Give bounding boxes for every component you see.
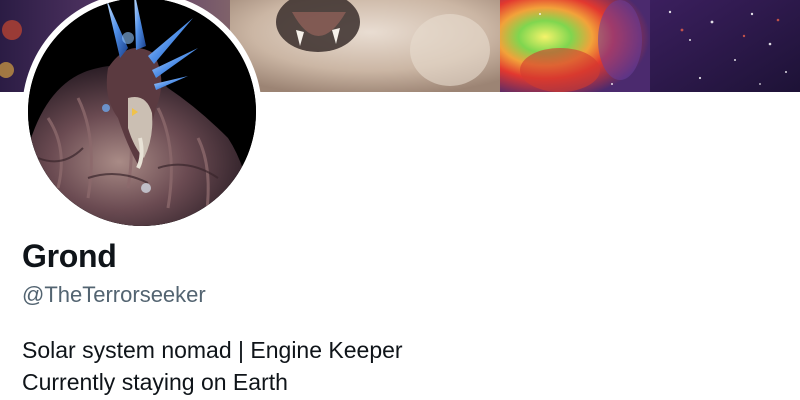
avatar-image-art xyxy=(28,0,256,226)
profile-handle: @TheTerrorseeker xyxy=(22,282,206,307)
profile-display-name: Grond xyxy=(22,238,117,274)
profile-bio-line: Solar system nomad | Engine Keeper xyxy=(22,337,403,363)
profile-avatar[interactable] xyxy=(22,0,262,232)
profile-page: Grond @TheTerrorseeker Solar system noma… xyxy=(0,0,800,400)
profile-bio: Solar system nomad | Engine Keeper Curre… xyxy=(22,334,403,398)
profile-bio-line: Currently staying on Earth xyxy=(22,369,288,395)
